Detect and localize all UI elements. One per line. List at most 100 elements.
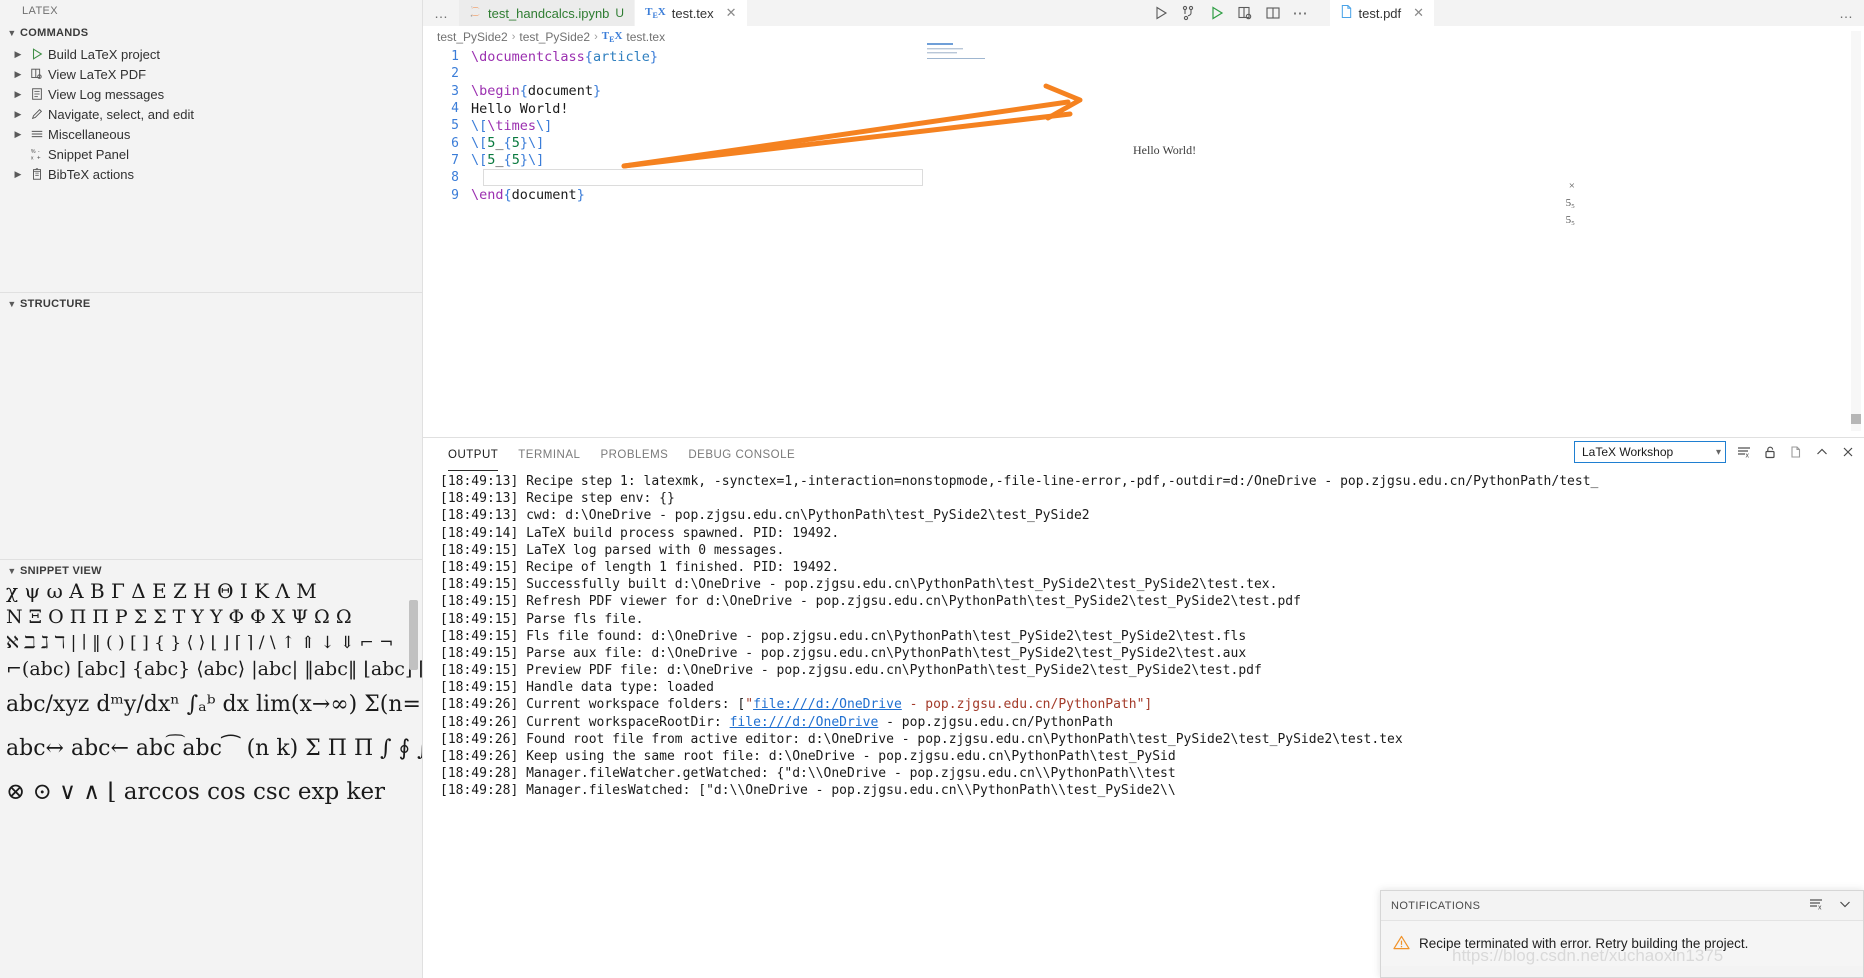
line-number: 1 (423, 49, 471, 64)
output-text: [18:49:15] Handle data type: loaded (440, 680, 714, 695)
code-line[interactable]: 2 (423, 65, 991, 82)
code-editor[interactable]: 1\documentclass{article}23\begin{documen… (423, 48, 991, 436)
snippet-glyph-grid[interactable]: χ ψ ω Α Β Γ Δ Ε Ζ Η Θ Ι Κ Λ ΜΝ Ξ Ο Π Π Ρ… (0, 578, 422, 978)
pdf-preview-pane[interactable]: Hello World! × 5₅ 5₅ (995, 26, 1864, 436)
command-item-view-latex-pdf[interactable]: ▶View LaTeX PDF (0, 64, 422, 84)
snippet-glyph-row[interactable]: abc↔ abc← abc͡ abc⁀ (n k) Σ Π Π ∫ ∮ ∬ ⊎ … (0, 726, 422, 770)
command-item-build-latex-project[interactable]: ▶Build LaTeX project (0, 44, 422, 64)
code-token: _ (495, 135, 503, 151)
output-line: [18:49:15] Parse aux file: d:\OneDrive -… (440, 645, 1864, 662)
snippet-glyph-row[interactable]: ⌐(abc) [abc] {abc} ⟨abc⟩ |abc| ‖abc‖ ⌊ab… (0, 656, 422, 682)
code-line[interactable]: 7\[5_{5}\] (423, 152, 991, 169)
code-token: _ (495, 152, 503, 168)
command-item-miscellaneous[interactable]: ▶Miscellaneous (0, 124, 422, 144)
preview-pdf-icon[interactable] (1237, 5, 1253, 21)
output-text: [18:49:15] Parse fls file. (440, 612, 644, 627)
tab-label: test_handcalcs.ipynb (488, 6, 609, 21)
latex-sidebar: LATEX ▼ COMMANDS ▶Build LaTeX project▶Vi… (0, 0, 423, 978)
code-text: \documentclass{article} (471, 49, 658, 65)
chevron-right-icon: ▶ (10, 109, 26, 120)
tab-test-handcalcs-ipynb[interactable]: test_handcalcs.ipynb U (459, 0, 635, 26)
preview-pdf-icon (26, 67, 48, 81)
pdf-math-times: × (1569, 180, 1575, 192)
run-green-icon[interactable] (1209, 5, 1225, 21)
output-text: [18:49:15] Fls file found: d:\OneDrive -… (440, 629, 1246, 644)
tabs-overflow-button[interactable]: … (423, 0, 459, 26)
warning-icon (1393, 935, 1410, 953)
panel-tab-output[interactable]: OUTPUT (438, 438, 508, 471)
panel-tab-debug-console[interactable]: DEBUG CONSOLE (678, 438, 805, 471)
snippet-scrollbar[interactable] (409, 600, 418, 670)
close-icon[interactable]: ✕ (726, 5, 737, 21)
chevron-up-icon[interactable] (1814, 444, 1830, 460)
snippet-glyph-row[interactable]: ℵ ℶ ℷ ℸ | ∣ ‖ ( ) [ ] { } ⟨ ⟩ ⌊ ⌋ ⌈ ⌉ / … (0, 630, 422, 656)
code-token: 5 (512, 135, 520, 151)
code-token: \] (528, 135, 544, 151)
code-line[interactable]: 3\begin{document} (423, 83, 991, 100)
snippet-glyph-row[interactable]: abc/xyz dᵐy/dxⁿ ∫ₐᵇ dx lim(x→∞) Σ(n=1..∞… (0, 682, 422, 726)
code-token: Hello World! (471, 101, 569, 117)
panel-tab-terminal[interactable]: TERMINAL (508, 438, 590, 471)
snippet-glyph-row[interactable]: χ ψ ω Α Β Γ Δ Ε Ζ Η Θ Ι Κ Λ Μ (0, 578, 422, 604)
close-panel-icon[interactable] (1840, 444, 1856, 460)
output-text: [18:49:13] Recipe step 1: latexmk, -sync… (440, 474, 1598, 489)
code-line[interactable]: 6\[5_{5}\] (423, 134, 991, 151)
pdf-hello-text: Hello World! (1133, 143, 1196, 158)
command-item-snippet-panel[interactable]: %-x+Snippet Panel (0, 144, 422, 164)
code-text: \[5_{5}\] (471, 152, 544, 168)
pdf-math-five-sub-1: 5₅ (1566, 197, 1575, 209)
run-and-debug-icon[interactable] (1181, 5, 1197, 21)
clear-notifications-icon[interactable]: x (1809, 897, 1825, 914)
breadcrumb-part[interactable]: test_PySide2 (437, 30, 508, 44)
code-line[interactable]: 8 (423, 169, 991, 186)
code-line[interactable]: 9\end{document} (423, 186, 991, 203)
clear-output-icon[interactable]: x (1736, 444, 1752, 460)
chevron-down-icon: ▼ (4, 566, 20, 576)
output-text: [18:49:15] Successfully built d:\OneDriv… (440, 577, 1277, 592)
breadcrumb-part[interactable]: test_PySide2 (519, 30, 590, 44)
output-link[interactable]: file:///d:/OneDrive (753, 697, 902, 712)
split-editor-icon[interactable] (1265, 5, 1281, 21)
chevron-right-icon: ▶ (10, 129, 26, 140)
command-item-navigate-select-and-edit[interactable]: ▶ Navigate, select, and edit (0, 104, 422, 124)
section-structure[interactable]: ▼ STRUCTURE (0, 292, 423, 314)
tab-test-tex[interactable]: TEX test.tex ✕ (635, 0, 747, 26)
close-icon[interactable]: ✕ (1413, 5, 1424, 21)
more-actions-icon[interactable]: ⋯ (1293, 4, 1308, 22)
code-line[interactable]: 1\documentclass{article} (423, 48, 991, 65)
command-item-label: Navigate, select, and edit (48, 107, 194, 122)
pdf-scrollbar-track[interactable] (1851, 31, 1861, 431)
code-token: } (520, 152, 528, 168)
notification-message: Recipe terminated with error. Retry buil… (1419, 936, 1748, 951)
output-line: [18:49:15] Successfully built d:\OneDriv… (440, 576, 1864, 593)
bibtex-icon (26, 167, 48, 181)
code-token: document (512, 187, 577, 203)
chevron-right-icon: ▶ (10, 169, 26, 180)
chevron-down-icon[interactable] (1837, 897, 1853, 914)
notification-header: NOTIFICATIONS x (1381, 891, 1863, 920)
code-line[interactable]: 4Hello World! (423, 100, 991, 117)
code-token: document (528, 83, 593, 99)
pdf-page: Hello World! × 5₅ 5₅ (995, 26, 1847, 436)
output-link[interactable]: file:///d:/OneDrive (730, 715, 879, 730)
pdf-math-five-sub-2: 5₅ (1566, 214, 1575, 226)
tab-test-pdf[interactable]: test.pdf ✕ (1330, 0, 1436, 26)
section-commands[interactable]: ▼ COMMANDS (0, 22, 422, 44)
command-item-bibtex-actions[interactable]: ▶BibTeX actions (0, 164, 422, 184)
breadcrumb-part[interactable]: test.tex (626, 30, 665, 44)
editor-more-button[interactable]: … (1828, 0, 1864, 26)
command-item-view-log-messages[interactable]: ▶View Log messages (0, 84, 422, 104)
output-text: [18:49:15] Preview PDF file: d:\OneDrive… (440, 663, 1262, 678)
panel-tab-problems[interactable]: PROBLEMS (590, 438, 678, 471)
snippet-glyph-row[interactable]: ⊗ ⊙ ∨ ∧ ⌊ arccos cos csc exp ker (0, 770, 422, 814)
code-line[interactable]: 5\[\times\] (423, 117, 991, 134)
new-window-icon[interactable] (1788, 444, 1804, 460)
output-channel-select[interactable]: LaTeX Workshop ▾ (1574, 441, 1726, 463)
pdf-scrollbar-thumb[interactable] (1851, 414, 1861, 424)
output-line: [18:49:15] Fls file found: d:\OneDrive -… (440, 628, 1864, 645)
breadcrumb-separator: › (512, 31, 516, 43)
run-icon[interactable] (1153, 5, 1169, 21)
lock-icon[interactable] (1762, 444, 1778, 460)
output-text: - pop.zjgsu.edu.cn/PythonPath"] (902, 697, 1152, 712)
snippet-glyph-row[interactable]: Ν Ξ Ο Π Π Ρ Σ Σ Τ Υ Υ Φ Φ Χ Ψ Ω Ω (0, 604, 422, 630)
